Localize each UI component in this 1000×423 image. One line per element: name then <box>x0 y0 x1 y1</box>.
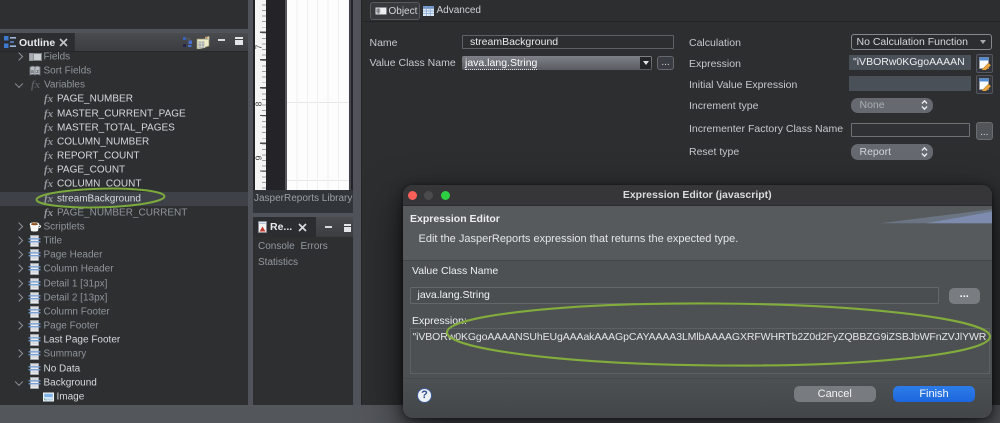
svg-text:z: z <box>36 69 39 75</box>
